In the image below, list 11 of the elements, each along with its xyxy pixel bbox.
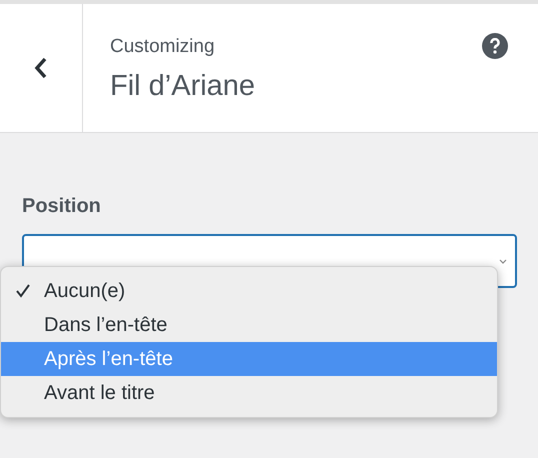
- menu-item[interactable]: Aucun(e): [1, 274, 497, 308]
- menu-item[interactable]: Avant le titre: [1, 376, 497, 410]
- check-icon: [15, 283, 31, 299]
- field-label: Position: [22, 194, 102, 219]
- back-icon: [34, 56, 48, 80]
- help-icon: [489, 38, 501, 54]
- caret-icon: [499, 257, 507, 265]
- section-subtitle: Customizing: [110, 35, 216, 59]
- section-title: Fil d’Ariane: [110, 69, 256, 104]
- help-button[interactable]: [482, 33, 508, 59]
- menu-item[interactable]: Dans l’en-tête: [1, 308, 497, 342]
